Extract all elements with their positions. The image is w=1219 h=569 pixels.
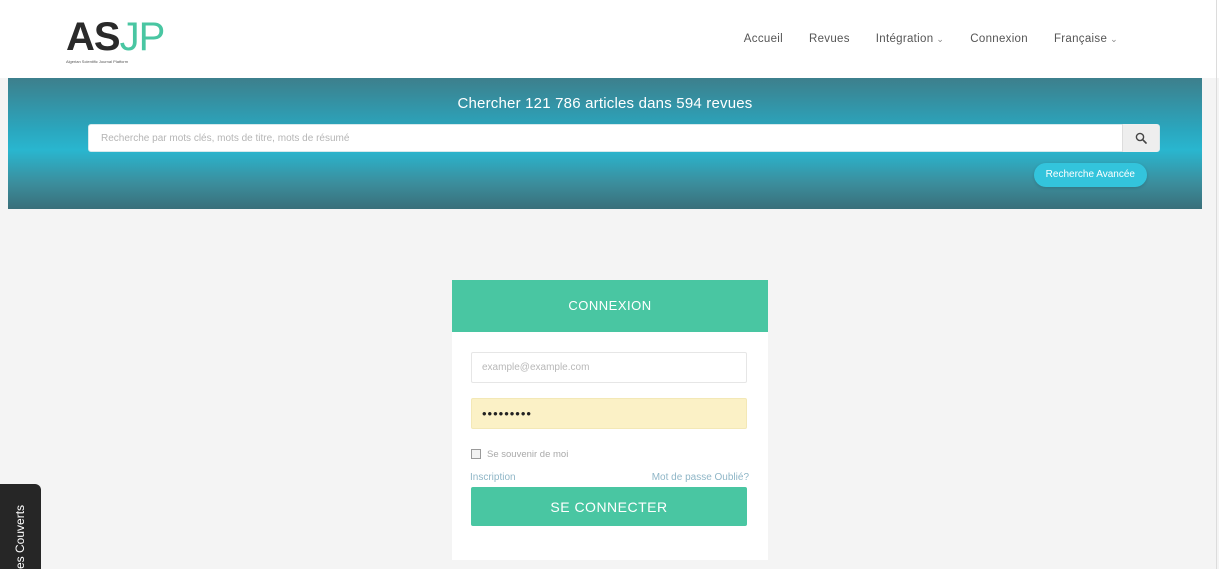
remember-me: Se souvenir de moi — [471, 447, 568, 461]
side-tab-label: es Couverts — [13, 504, 27, 569]
remember-label: Se souvenir de moi — [487, 448, 569, 460]
nav-label: Revues — [808, 33, 850, 45]
logo-wordmark: ASJP — [66, 14, 166, 60]
nav-item-accueil[interactable]: Accueil — [731, 33, 796, 45]
search-hero: Chercher 121 786 articles dans 594 revue… — [8, 78, 1202, 209]
signup-link[interactable]: Inscription — [470, 472, 516, 483]
logo-dark-part: AS — [66, 15, 121, 59]
search-icon — [1135, 132, 1147, 144]
nav-label: Accueil — [743, 33, 783, 45]
nav-item-integration[interactable]: Intégration ⌄ — [863, 33, 958, 45]
chevron-down-icon: ⌄ — [1110, 34, 1118, 44]
nav-label: Française — [1053, 33, 1108, 45]
search-button[interactable] — [1122, 124, 1159, 152]
nav-label: Connexion — [970, 33, 1028, 45]
main-nav: Accueil Revues Intégration ⌄ Connexion Fr… — [731, 28, 1131, 50]
email-field[interactable] — [471, 352, 747, 383]
asjp-logo[interactable]: ASJP Algerian Scientific Journal Platfor… — [66, 14, 176, 66]
nav-item-revues[interactable]: Revues — [796, 33, 863, 45]
search-bar — [88, 124, 1160, 152]
hero-title: Chercher 121 786 articles dans 594 revue… — [457, 95, 753, 112]
site-header: ASJP Algerian Scientific Journal Platfor… — [0, 0, 1219, 78]
page-edge-divider — [1216, 0, 1217, 569]
logo-accent-part: JP — [119, 15, 166, 59]
chevron-down-icon: ⌄ — [936, 34, 945, 44]
password-field[interactable] — [471, 398, 747, 429]
nav-item-language[interactable]: Française ⌄ — [1041, 33, 1131, 45]
login-card: CONNEXION Se souvenir de moi Inscription… — [452, 280, 768, 560]
nav-label: Intégration — [875, 33, 934, 45]
nav-item-connexion[interactable]: Connexion — [957, 33, 1041, 45]
remember-checkbox[interactable] — [471, 449, 481, 459]
login-title: CONNEXION — [452, 280, 768, 332]
logo-tagline: Algerian Scientific Journal Platform — [66, 59, 129, 64]
side-tab[interactable]: es Couverts — [0, 484, 41, 569]
login-submit-button[interactable]: SE CONNECTER — [471, 487, 747, 526]
search-input[interactable] — [89, 125, 1119, 151]
advanced-search-button[interactable]: Recherche Avancée — [1033, 163, 1147, 187]
forgot-password-link[interactable]: Mot de passe Oublié? — [652, 472, 749, 483]
